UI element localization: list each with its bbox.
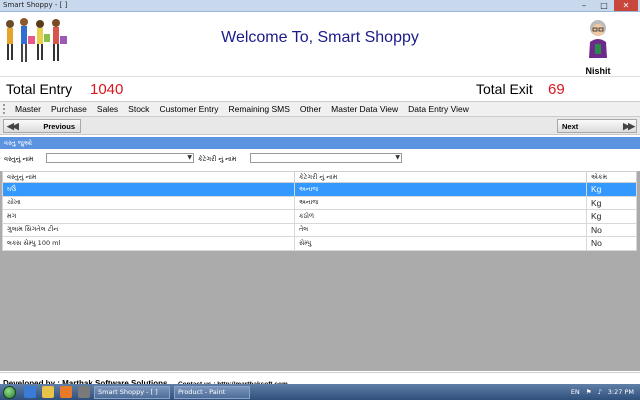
previous-label: Previous: [43, 121, 75, 131]
table-header-row: વસ્તુનું નામ કેટેગરી નું નામ એકમ: [2, 171, 637, 183]
column-header-unit[interactable]: એકમ: [586, 171, 637, 183]
cell-category: અનાજ: [294, 195, 587, 210]
media-player-icon[interactable]: [60, 386, 72, 398]
total-exit-label: Total Exit: [476, 81, 533, 97]
cell-item-name: ઘઉં: [2, 182, 295, 197]
cell-item-name: ચોખા: [2, 195, 295, 210]
task-smart-shoppy[interactable]: Smart Shoppy - [ ]: [94, 385, 170, 399]
cell-category: તેલ: [294, 222, 587, 237]
category-name-label: કેટેગરી નું નામ: [198, 155, 237, 163]
language-indicator[interactable]: EN: [571, 388, 580, 396]
maximize-button[interactable]: □: [594, 0, 614, 11]
chevron-down-icon: ▼: [187, 154, 192, 161]
tray-flag-icon[interactable]: ⚑: [586, 388, 592, 396]
double-right-arrow-icon: ▶▶: [623, 121, 635, 131]
cell-item-name: ગુલામ સિંગતેલ ટીન: [2, 222, 295, 237]
cell-unit: No: [586, 222, 637, 237]
menu-bar: Master Purchase Sales Stock Customer Ent…: [0, 101, 640, 117]
table-row[interactable]: ચોખા અનાજ Kg: [2, 195, 637, 210]
column-header-category[interactable]: કેટેગરી નું નામ: [294, 171, 587, 183]
menu-grip: [3, 104, 6, 114]
app-icon[interactable]: [78, 386, 90, 398]
task-product-paint[interactable]: Product - Paint: [174, 385, 250, 399]
tray-volume-icon[interactable]: ♪: [598, 388, 602, 396]
menu-master[interactable]: Master: [10, 104, 46, 114]
total-exit-value: 69: [548, 81, 565, 98]
app-header: Welcome To, Smart Shoppy Nishit: [0, 12, 640, 76]
table-row[interactable]: ગુલામ સિંગતેલ ટીન તેલ No: [2, 222, 637, 237]
table-row[interactable]: લક્સ સેમ્પુ 100 ml સેમ્પુ No: [2, 236, 637, 251]
total-entry-label: Total Entry: [6, 81, 73, 97]
cell-unit: No: [586, 236, 637, 251]
windows-taskbar: Smart Shoppy - [ ] Product - Paint EN ⚑ …: [0, 384, 640, 400]
minimize-button[interactable]: –: [574, 0, 594, 11]
user-name: Nishit: [585, 66, 611, 76]
window-titlebar: Smart Shoppy - [ ] – □ ✕: [0, 0, 640, 12]
status-footer: Developed by : Marthak Software Solution…: [0, 372, 640, 388]
column-header-item-name[interactable]: વસ્તુનું નામ: [2, 171, 295, 183]
menu-other[interactable]: Other: [295, 104, 326, 114]
internet-explorer-icon[interactable]: [24, 386, 36, 398]
category-name-combo[interactable]: ▼: [250, 153, 402, 163]
clock[interactable]: 3:27 PM: [608, 388, 634, 396]
search-panel-header: વસ્તુ જુઓ: [0, 137, 640, 149]
totals-bar: Total Entry 1040 Total Exit 69: [0, 76, 640, 100]
navigation-bar: ◀◀ Previous Next ▶▶: [0, 117, 640, 135]
user-avatar: [589, 20, 607, 58]
cell-unit: Kg: [586, 195, 637, 210]
menu-customer-entry[interactable]: Customer Entry: [154, 104, 223, 114]
cell-category: અનાજ: [294, 182, 587, 197]
cell-item-name: મગ: [2, 209, 295, 224]
items-table: વસ્તુનું નામ કેટેગરી નું નામ એકમ ઘઉં અના…: [2, 171, 637, 251]
window-title: Smart Shoppy - [ ]: [3, 1, 68, 9]
items-grid: વસ્તુનું નામ કેટેગરી નું નામ એકમ ઘઉં અના…: [0, 171, 640, 371]
window-controls: – □ ✕: [574, 0, 638, 11]
cell-unit: Kg: [586, 209, 637, 224]
start-button[interactable]: [0, 384, 18, 400]
item-name-label: વસ્તુનું નામ: [4, 155, 34, 163]
menu-stock[interactable]: Stock: [123, 104, 154, 114]
table-row[interactable]: મગ કઠોળ Kg: [2, 209, 637, 224]
menu-data-entry-view[interactable]: Data Entry View: [403, 104, 474, 114]
close-button[interactable]: ✕: [614, 0, 638, 11]
folder-icon[interactable]: [42, 386, 54, 398]
windows-orb-icon: [2, 385, 16, 399]
menu-sales[interactable]: Sales: [92, 104, 123, 114]
menu-remaining-sms[interactable]: Remaining SMS: [223, 104, 294, 114]
system-tray: EN ⚑ ♪ 3:27 PM: [571, 384, 640, 400]
cell-category: સેમ્પુ: [294, 236, 587, 251]
previous-button[interactable]: ◀◀ Previous: [3, 119, 81, 133]
next-button[interactable]: Next ▶▶: [557, 119, 637, 133]
next-label: Next: [562, 121, 579, 131]
filter-row: વસ્તુનું નામ ▼ કેટેગરી નું નામ ▼: [0, 149, 640, 169]
shoppers-logo: [6, 18, 67, 62]
double-left-arrow-icon: ◀◀: [7, 121, 19, 131]
table-row[interactable]: ઘઉં અનાજ Kg: [2, 182, 637, 197]
cell-unit: Kg: [586, 182, 637, 197]
cell-item-name: લક્સ સેમ્પુ 100 ml: [2, 236, 295, 251]
total-entry-value: 1040: [90, 81, 124, 98]
cell-category: કઠોળ: [294, 209, 587, 224]
item-name-combo[interactable]: ▼: [46, 153, 194, 163]
welcome-heading: Welcome To, Smart Shoppy: [221, 29, 419, 46]
menu-master-data-view[interactable]: Master Data View: [326, 104, 403, 114]
chevron-down-icon: ▼: [395, 154, 400, 161]
menu-purchase[interactable]: Purchase: [46, 104, 92, 114]
